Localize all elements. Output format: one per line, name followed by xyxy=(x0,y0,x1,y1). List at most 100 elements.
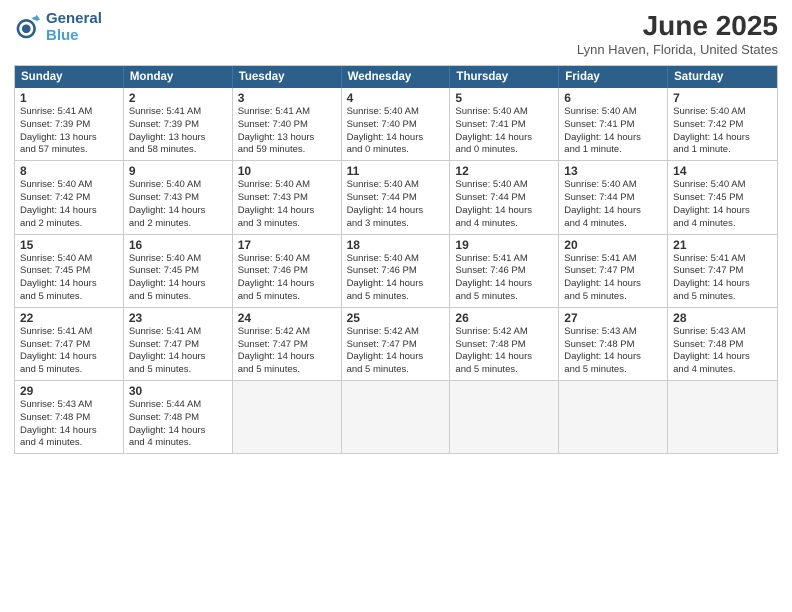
day-number: 15 xyxy=(20,238,118,252)
calendar-cell: 11Sunrise: 5:40 AMSunset: 7:44 PMDayligh… xyxy=(342,161,451,233)
logo: General Blue xyxy=(14,10,102,45)
calendar-cell: 15Sunrise: 5:40 AMSunset: 7:45 PMDayligh… xyxy=(15,235,124,307)
day-number: 2 xyxy=(129,91,227,105)
calendar-cell: 20Sunrise: 5:41 AMSunset: 7:47 PMDayligh… xyxy=(559,235,668,307)
logo-line2: Blue xyxy=(46,27,102,44)
calendar-cell xyxy=(668,381,777,453)
calendar-week-5: 29Sunrise: 5:43 AMSunset: 7:48 PMDayligh… xyxy=(15,381,777,453)
day-info: Sunrise: 5:41 AMSunset: 7:40 PMDaylight:… xyxy=(238,106,336,157)
calendar-cell: 13Sunrise: 5:40 AMSunset: 7:44 PMDayligh… xyxy=(559,161,668,233)
calendar-cell: 14Sunrise: 5:40 AMSunset: 7:45 PMDayligh… xyxy=(668,161,777,233)
day-info: Sunrise: 5:43 AMSunset: 7:48 PMDaylight:… xyxy=(20,399,118,450)
day-number: 21 xyxy=(673,238,772,252)
calendar-cell: 23Sunrise: 5:41 AMSunset: 7:47 PMDayligh… xyxy=(124,308,233,380)
calendar-body: 1Sunrise: 5:41 AMSunset: 7:39 PMDaylight… xyxy=(15,88,777,453)
day-info: Sunrise: 5:40 AMSunset: 7:45 PMDaylight:… xyxy=(20,253,118,304)
day-info: Sunrise: 5:41 AMSunset: 7:39 PMDaylight:… xyxy=(20,106,118,157)
calendar-cell: 22Sunrise: 5:41 AMSunset: 7:47 PMDayligh… xyxy=(15,308,124,380)
calendar-cell: 4Sunrise: 5:40 AMSunset: 7:40 PMDaylight… xyxy=(342,88,451,160)
calendar-cell: 27Sunrise: 5:43 AMSunset: 7:48 PMDayligh… xyxy=(559,308,668,380)
calendar-subtitle: Lynn Haven, Florida, United States xyxy=(577,42,778,57)
calendar-cell: 26Sunrise: 5:42 AMSunset: 7:48 PMDayligh… xyxy=(450,308,559,380)
day-number: 3 xyxy=(238,91,336,105)
calendar-cell: 25Sunrise: 5:42 AMSunset: 7:47 PMDayligh… xyxy=(342,308,451,380)
calendar-cell xyxy=(450,381,559,453)
weekday-tuesday: Tuesday xyxy=(233,66,342,88)
weekday-wednesday: Wednesday xyxy=(342,66,451,88)
calendar-cell: 16Sunrise: 5:40 AMSunset: 7:45 PMDayligh… xyxy=(124,235,233,307)
day-info: Sunrise: 5:40 AMSunset: 7:45 PMDaylight:… xyxy=(129,253,227,304)
day-number: 9 xyxy=(129,164,227,178)
day-number: 7 xyxy=(673,91,772,105)
calendar-cell: 18Sunrise: 5:40 AMSunset: 7:46 PMDayligh… xyxy=(342,235,451,307)
weekday-monday: Monday xyxy=(124,66,233,88)
day-info: Sunrise: 5:41 AMSunset: 7:46 PMDaylight:… xyxy=(455,253,553,304)
calendar-cell: 30Sunrise: 5:44 AMSunset: 7:48 PMDayligh… xyxy=(124,381,233,453)
day-number: 17 xyxy=(238,238,336,252)
day-number: 16 xyxy=(129,238,227,252)
day-number: 8 xyxy=(20,164,118,178)
calendar-week-2: 8Sunrise: 5:40 AMSunset: 7:42 PMDaylight… xyxy=(15,161,777,234)
weekday-sunday: Sunday xyxy=(15,66,124,88)
calendar-cell: 28Sunrise: 5:43 AMSunset: 7:48 PMDayligh… xyxy=(668,308,777,380)
calendar-title: June 2025 xyxy=(577,10,778,42)
day-number: 12 xyxy=(455,164,553,178)
day-info: Sunrise: 5:41 AMSunset: 7:47 PMDaylight:… xyxy=(673,253,772,304)
calendar-cell: 6Sunrise: 5:40 AMSunset: 7:41 PMDaylight… xyxy=(559,88,668,160)
calendar-cell: 21Sunrise: 5:41 AMSunset: 7:47 PMDayligh… xyxy=(668,235,777,307)
calendar-cell: 17Sunrise: 5:40 AMSunset: 7:46 PMDayligh… xyxy=(233,235,342,307)
day-info: Sunrise: 5:40 AMSunset: 7:46 PMDaylight:… xyxy=(238,253,336,304)
calendar-cell: 5Sunrise: 5:40 AMSunset: 7:41 PMDaylight… xyxy=(450,88,559,160)
calendar-cell: 7Sunrise: 5:40 AMSunset: 7:42 PMDaylight… xyxy=(668,88,777,160)
day-number: 5 xyxy=(455,91,553,105)
day-number: 29 xyxy=(20,384,118,398)
day-info: Sunrise: 5:40 AMSunset: 7:40 PMDaylight:… xyxy=(347,106,445,157)
day-info: Sunrise: 5:42 AMSunset: 7:47 PMDaylight:… xyxy=(238,326,336,377)
day-number: 10 xyxy=(238,164,336,178)
day-number: 6 xyxy=(564,91,662,105)
calendar-cell: 24Sunrise: 5:42 AMSunset: 7:47 PMDayligh… xyxy=(233,308,342,380)
calendar-week-4: 22Sunrise: 5:41 AMSunset: 7:47 PMDayligh… xyxy=(15,308,777,381)
day-number: 27 xyxy=(564,311,662,325)
day-info: Sunrise: 5:41 AMSunset: 7:47 PMDaylight:… xyxy=(20,326,118,377)
day-info: Sunrise: 5:41 AMSunset: 7:47 PMDaylight:… xyxy=(129,326,227,377)
day-info: Sunrise: 5:40 AMSunset: 7:42 PMDaylight:… xyxy=(20,179,118,230)
day-info: Sunrise: 5:40 AMSunset: 7:41 PMDaylight:… xyxy=(564,106,662,157)
day-info: Sunrise: 5:43 AMSunset: 7:48 PMDaylight:… xyxy=(564,326,662,377)
calendar-cell: 9Sunrise: 5:40 AMSunset: 7:43 PMDaylight… xyxy=(124,161,233,233)
day-number: 30 xyxy=(129,384,227,398)
calendar-cell xyxy=(233,381,342,453)
day-number: 13 xyxy=(564,164,662,178)
day-info: Sunrise: 5:41 AMSunset: 7:39 PMDaylight:… xyxy=(129,106,227,157)
day-info: Sunrise: 5:40 AMSunset: 7:42 PMDaylight:… xyxy=(673,106,772,157)
day-info: Sunrise: 5:44 AMSunset: 7:48 PMDaylight:… xyxy=(129,399,227,450)
day-number: 11 xyxy=(347,164,445,178)
calendar-cell: 29Sunrise: 5:43 AMSunset: 7:48 PMDayligh… xyxy=(15,381,124,453)
calendar-week-1: 1Sunrise: 5:41 AMSunset: 7:39 PMDaylight… xyxy=(15,88,777,161)
day-number: 25 xyxy=(347,311,445,325)
day-number: 4 xyxy=(347,91,445,105)
calendar-cell xyxy=(342,381,451,453)
day-info: Sunrise: 5:42 AMSunset: 7:47 PMDaylight:… xyxy=(347,326,445,377)
calendar-cell: 12Sunrise: 5:40 AMSunset: 7:44 PMDayligh… xyxy=(450,161,559,233)
day-number: 28 xyxy=(673,311,772,325)
day-number: 26 xyxy=(455,311,553,325)
logo-line1: General xyxy=(46,10,102,27)
day-number: 20 xyxy=(564,238,662,252)
calendar-cell: 19Sunrise: 5:41 AMSunset: 7:46 PMDayligh… xyxy=(450,235,559,307)
day-info: Sunrise: 5:40 AMSunset: 7:44 PMDaylight:… xyxy=(564,179,662,230)
day-number: 14 xyxy=(673,164,772,178)
day-info: Sunrise: 5:40 AMSunset: 7:45 PMDaylight:… xyxy=(673,179,772,230)
day-number: 23 xyxy=(129,311,227,325)
day-info: Sunrise: 5:40 AMSunset: 7:43 PMDaylight:… xyxy=(129,179,227,230)
day-info: Sunrise: 5:40 AMSunset: 7:44 PMDaylight:… xyxy=(455,179,553,230)
calendar-cell: 3Sunrise: 5:41 AMSunset: 7:40 PMDaylight… xyxy=(233,88,342,160)
day-info: Sunrise: 5:40 AMSunset: 7:44 PMDaylight:… xyxy=(347,179,445,230)
day-number: 18 xyxy=(347,238,445,252)
day-number: 1 xyxy=(20,91,118,105)
calendar-cell: 1Sunrise: 5:41 AMSunset: 7:39 PMDaylight… xyxy=(15,88,124,160)
day-info: Sunrise: 5:42 AMSunset: 7:48 PMDaylight:… xyxy=(455,326,553,377)
calendar-cell xyxy=(559,381,668,453)
weekday-friday: Friday xyxy=(559,66,668,88)
day-number: 22 xyxy=(20,311,118,325)
